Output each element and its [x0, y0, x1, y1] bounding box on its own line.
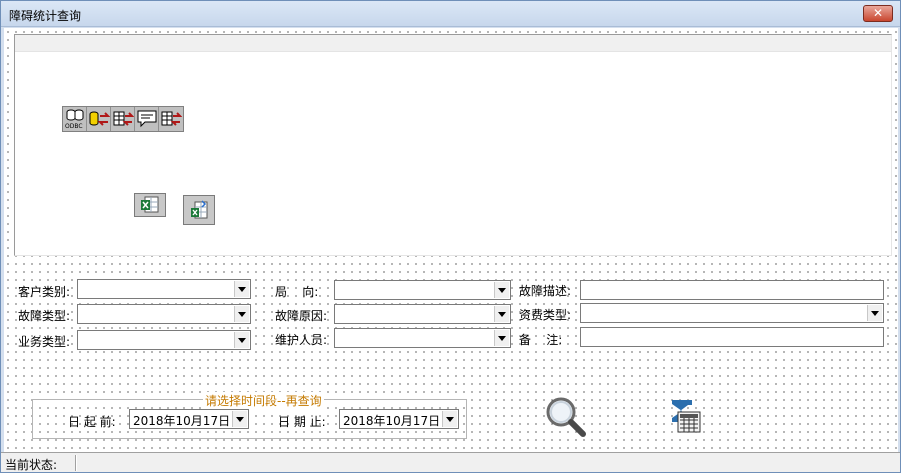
excel-import-icon	[191, 200, 208, 219]
date-range-group: 请选择时间段--再查询 日 起 前: 2018年10月17日 日 期 止: 20…	[32, 392, 467, 439]
status-label: 当前状态:	[5, 458, 58, 472]
close-button[interactable]: ✕	[863, 5, 893, 22]
direction-label: 局 向:	[275, 285, 319, 299]
odbc-icon[interactable]: ODBC	[63, 107, 87, 131]
search-button[interactable]	[544, 395, 590, 444]
date-group-title: 请选择时间段--再查询	[203, 392, 324, 409]
chevron-down-icon[interactable]	[232, 411, 247, 427]
import-excel-button[interactable]	[183, 195, 215, 225]
status-bar: 当前状态:	[1, 452, 900, 472]
excel-export-icon	[141, 196, 159, 213]
remarks-label: 备 注:	[519, 333, 563, 347]
tariff-type-label: 资费类型:	[519, 308, 572, 322]
business-type-select[interactable]	[77, 330, 251, 350]
component-toolstrip: ODBC	[62, 106, 184, 132]
sum-calculator-icon	[672, 400, 701, 433]
query-window: 障碍统计查询 ✕ ODBC 客户类别: 故障类型: 业务类型: 局 向: 故障原…	[0, 0, 901, 473]
chevron-down-icon[interactable]	[494, 282, 509, 298]
remarks-input[interactable]	[580, 327, 884, 347]
chevron-down-icon[interactable]	[234, 332, 249, 348]
maintainer-select[interactable]	[334, 328, 511, 348]
fault-desc-label: 故障描述:	[519, 284, 572, 298]
window-title: 障碍统计查询	[9, 9, 82, 23]
end-date-label: 日 期 止:	[278, 415, 326, 429]
fault-type-label: 故障类型:	[18, 309, 71, 323]
comment-icon[interactable]	[135, 107, 159, 131]
status-separator	[75, 455, 77, 471]
tariff-type-select[interactable]	[580, 303, 884, 323]
svg-text:ODBC: ODBC	[65, 123, 83, 130]
maintainer-label: 维护人员:	[275, 333, 328, 347]
customer-type-select[interactable]	[77, 279, 251, 299]
database-transfer-icon[interactable]	[87, 107, 111, 131]
start-date-picker[interactable]: 2018年10月17日	[129, 409, 249, 429]
title-bar: 障碍统计查询 ✕	[1, 1, 900, 27]
table-export-icon[interactable]	[159, 107, 183, 131]
chevron-down-icon[interactable]	[494, 306, 509, 322]
fault-cause-select[interactable]	[334, 304, 511, 324]
table-transfer-icon[interactable]	[111, 107, 135, 131]
start-date-label: 日 起 前:	[68, 415, 116, 429]
business-type-label: 业务类型:	[18, 335, 71, 349]
export-excel-button[interactable]	[134, 193, 166, 217]
fault-cause-label: 故障原因:	[275, 309, 328, 323]
end-date-picker[interactable]: 2018年10月17日	[339, 409, 459, 429]
chevron-down-icon[interactable]	[234, 306, 249, 322]
magnifier-icon	[546, 397, 586, 437]
customer-type-label: 客户类别:	[18, 285, 71, 299]
chevron-down-icon[interactable]	[234, 281, 249, 297]
chevron-down-icon[interactable]	[867, 305, 882, 321]
statistics-button[interactable]	[666, 398, 702, 437]
chevron-down-icon[interactable]	[494, 330, 509, 346]
fault-type-select[interactable]	[77, 304, 251, 324]
form-client-area: ODBC 客户类别: 故障类型: 业务类型: 局 向: 故障原因: 维护人员: …	[4, 28, 898, 452]
chevron-down-icon[interactable]	[442, 411, 457, 427]
data-grid-panel: ODBC	[14, 34, 892, 256]
fault-desc-input[interactable]	[580, 280, 884, 300]
direction-select[interactable]	[334, 280, 511, 300]
grid-header-strip	[15, 35, 891, 52]
